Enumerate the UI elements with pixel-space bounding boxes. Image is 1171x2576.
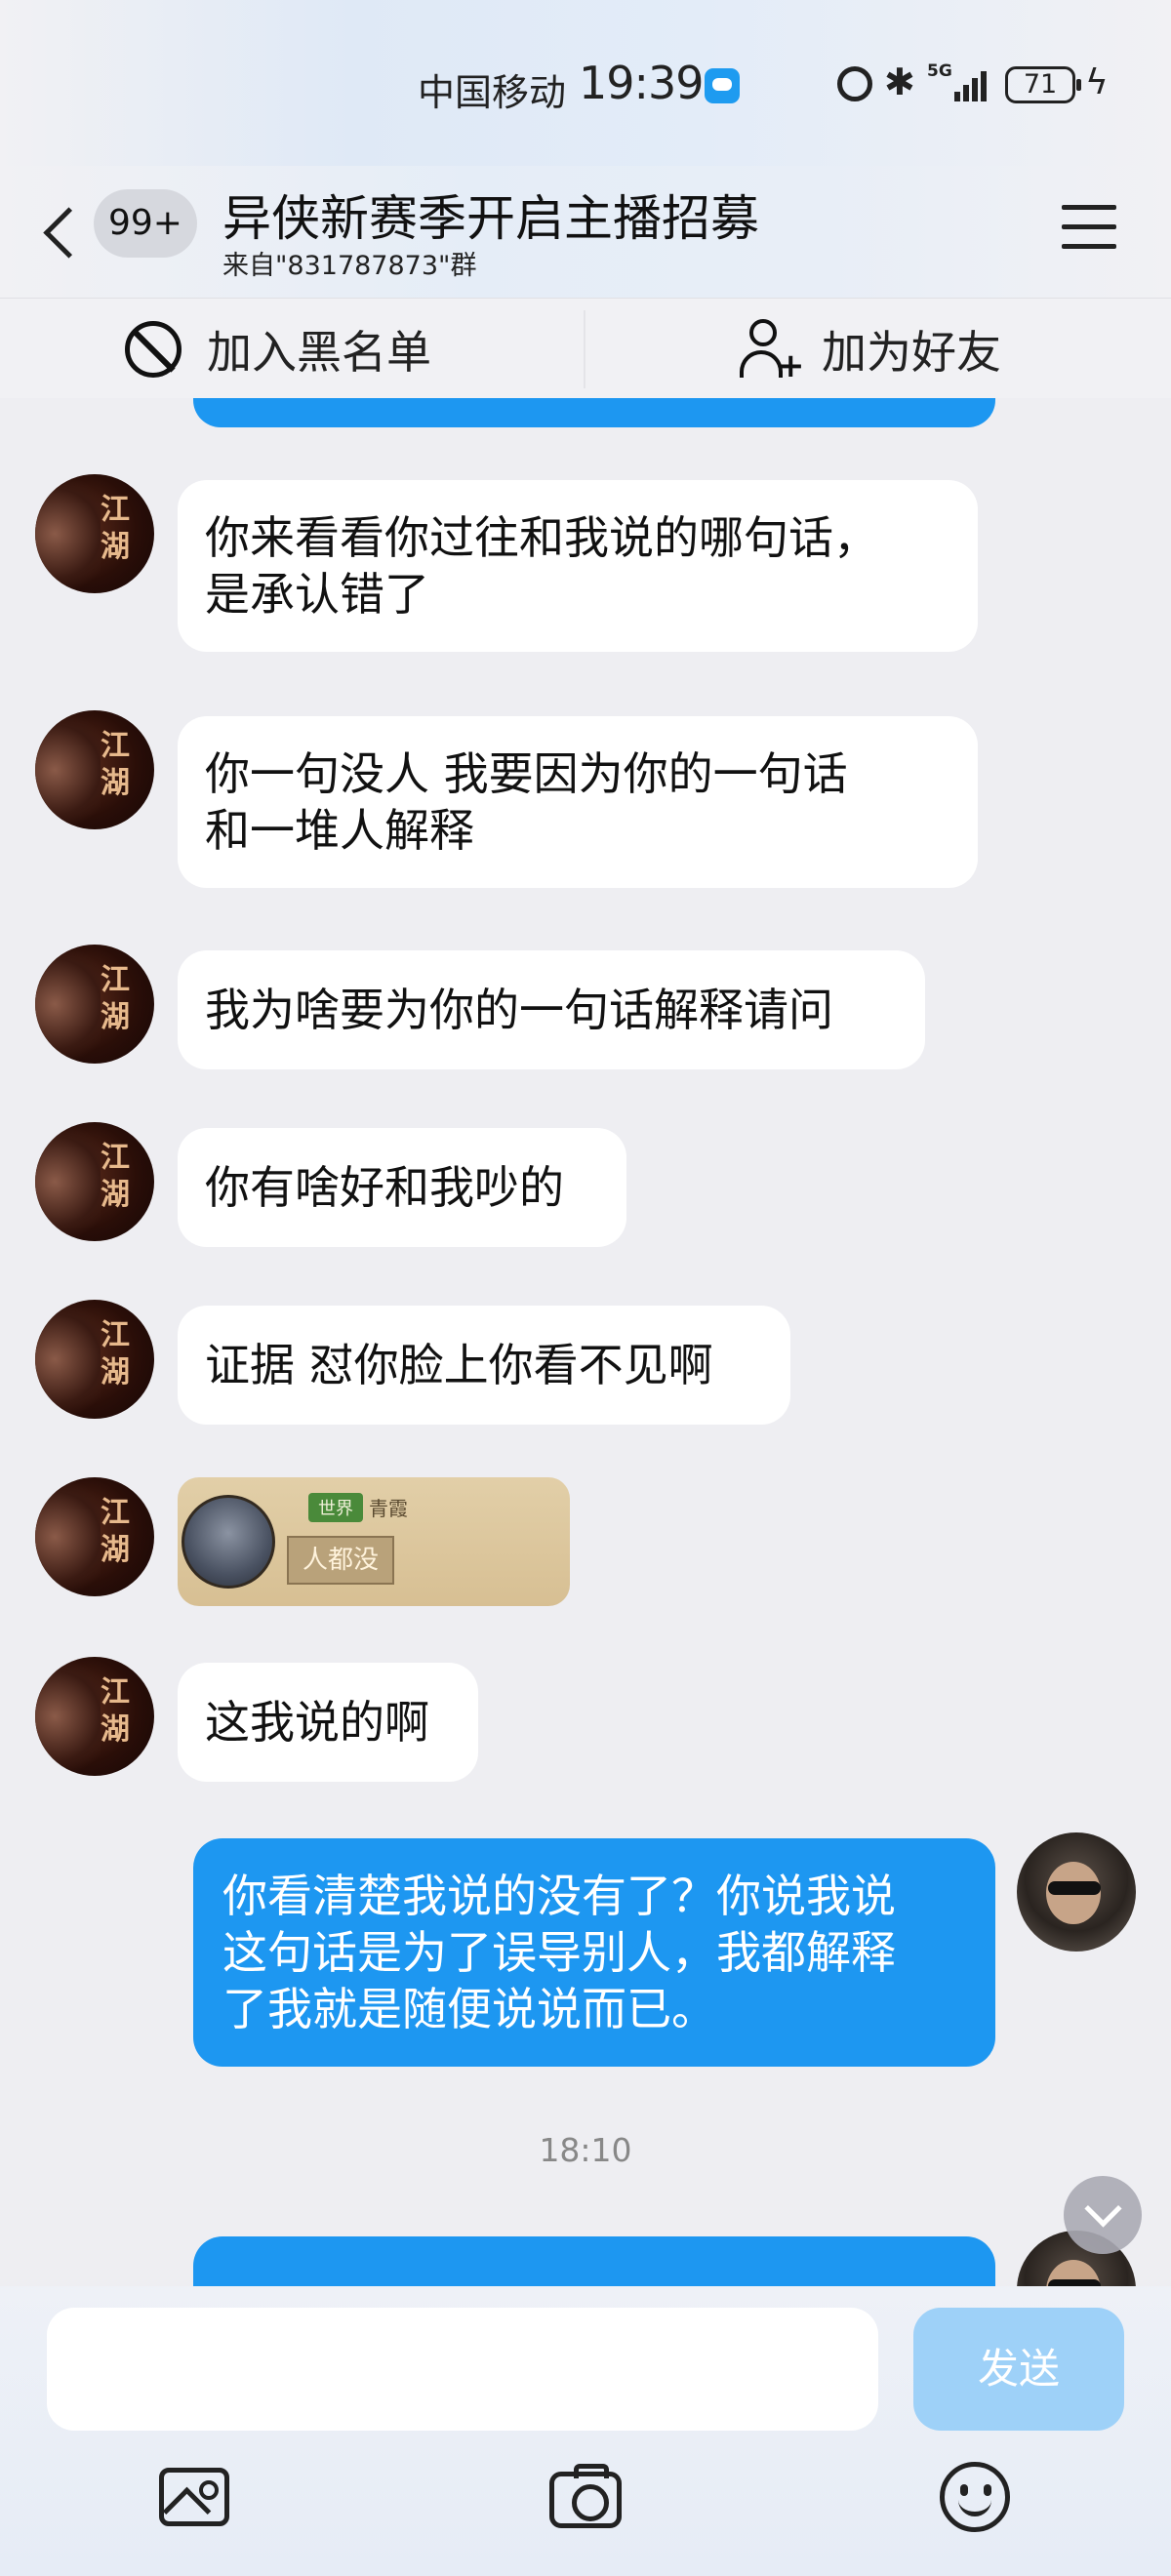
message-bubble-in[interactable]: 你一句没人 我要因为你的一句话 和一堆人解释 [178, 716, 978, 888]
block-icon [125, 320, 182, 378]
add-friend-button[interactable]: + 加为好友 [740, 299, 1001, 399]
chat-subtitle: 来自"831787873"群 [222, 251, 477, 281]
timestamp: 18:10 [539, 2131, 632, 2169]
sender-avatar[interactable]: 江湖 [35, 1657, 154, 1776]
emoji-icon[interactable] [940, 2462, 1010, 2532]
message-input[interactable] [47, 2308, 878, 2431]
image-sender-name: 青霞 [369, 1497, 408, 1520]
message-bubble-in[interactable]: 你来看看你过往和我说的哪句话， 是承认错了 [178, 480, 978, 652]
message-bubble-in[interactable]: 你有啥好和我吵的 [178, 1128, 626, 1247]
unread-badge[interactable]: 99+ [94, 189, 197, 258]
sender-avatar[interactable]: 江湖 [35, 1477, 154, 1596]
sender-avatar[interactable]: 江湖 [35, 945, 154, 1064]
avatar-logo: 江湖 [101, 1496, 130, 1567]
my-avatar[interactable] [1017, 1832, 1136, 1952]
status-bar: 中国移动 19:39 ✱ 5G 71 ϟ [0, 0, 1171, 166]
message-notification-icon [705, 68, 740, 103]
channel-tag: 世界 [308, 1493, 363, 1522]
message-text: 你看清楚我说的没有了？你说我说 [222, 1870, 896, 1922]
message-text: 我为啥要为你的一句话解释请问 [205, 984, 833, 1036]
message-text: 是承认错了 [205, 568, 429, 621]
clock: 19:39 [579, 57, 705, 109]
sender-avatar[interactable]: 江湖 [35, 1300, 154, 1419]
input-bar: 发送 [0, 2286, 1171, 2576]
add-user-icon: + [740, 318, 805, 382]
image-message[interactable]: 世界 青霞 人都没 [178, 1477, 570, 1606]
signal-icon [954, 66, 993, 101]
message-text: 了我就是随便说说而已。 [222, 1983, 716, 2035]
image-chat-text: 人都没 [287, 1536, 394, 1585]
carrier-label: 中国移动 [418, 71, 567, 114]
camera-icon[interactable] [549, 2464, 622, 2528]
divider [584, 310, 586, 388]
status-icons: ✱ 5G 71 ϟ [837, 60, 1120, 109]
sender-avatar[interactable]: 江湖 [35, 1122, 154, 1241]
avatar-logo: 江湖 [101, 963, 130, 1034]
message-text: 这我说的啊 [205, 1696, 429, 1749]
network-type: 5G [927, 61, 952, 81]
message-text: 你一句没人 我要因为你的一句话 [205, 747, 848, 800]
message-bubble-in[interactable]: 这我说的啊 [178, 1663, 478, 1782]
avatar-logo: 江湖 [101, 729, 130, 800]
sender-avatar[interactable]: 江湖 [35, 474, 154, 593]
add-friend-label: 加为好友 [822, 325, 1001, 379]
menu-icon[interactable] [1062, 205, 1116, 250]
chat-title: 异侠新赛季开启主播招募 [222, 190, 759, 247]
battery-icon: 71 [1005, 66, 1081, 103]
blacklist-label: 加入黑名单 [207, 325, 431, 379]
message-text: 你有啥好和我吵的 [205, 1161, 564, 1214]
scroll-to-bottom-button[interactable] [1064, 2176, 1142, 2254]
message-bubble-out[interactable] [193, 2236, 995, 2286]
chat-header: 99+ 异侠新赛季开启主播招募 来自"831787873"群 [0, 166, 1171, 298]
send-button[interactable]: 发送 [913, 2308, 1124, 2431]
add-to-blacklist-button[interactable]: 加入黑名单 [125, 299, 431, 399]
back-icon[interactable] [37, 193, 86, 271]
alarm-icon [837, 66, 872, 101]
sender-avatar[interactable]: 江湖 [35, 710, 154, 829]
message-text: 这句话是为了误导别人，我都解释 [222, 1926, 896, 1979]
message-bubble-out[interactable]: 你看清楚我说的没有了？你说我说 这句话是为了误导别人，我都解释 了我就是随便说说… [193, 1838, 995, 2067]
message-bubble-in[interactable]: 我为啥要为你的一句话解释请问 [178, 950, 925, 1069]
image-icon[interactable] [159, 2468, 229, 2526]
stranger-action-bar: 加入黑名单 + 加为好友 [0, 298, 1171, 398]
charging-icon: ϟ [1085, 62, 1109, 102]
message-text: 你来看看你过往和我说的哪句话， [205, 511, 878, 564]
message-bubble-in[interactable]: 证据 怼你脸上你看不见啊 [178, 1306, 790, 1425]
bluetooth-icon: ✱ [884, 60, 915, 103]
message-text: 证据 怼你脸上你看不见啊 [205, 1339, 713, 1391]
message-list[interactable]: 江湖 你来看看你过往和我说的哪句话， 是承认错了 江湖 你一句没人 我要因为你的… [0, 398, 1171, 2286]
avatar-logo: 江湖 [101, 493, 130, 564]
character-portrait [182, 1495, 275, 1589]
message-bubble-out[interactable] [193, 398, 995, 427]
message-text: 和一堆人解释 [205, 804, 474, 857]
avatar-logo: 江湖 [101, 1675, 130, 1747]
avatar-logo: 江湖 [101, 1141, 130, 1212]
avatar-logo: 江湖 [101, 1318, 130, 1389]
